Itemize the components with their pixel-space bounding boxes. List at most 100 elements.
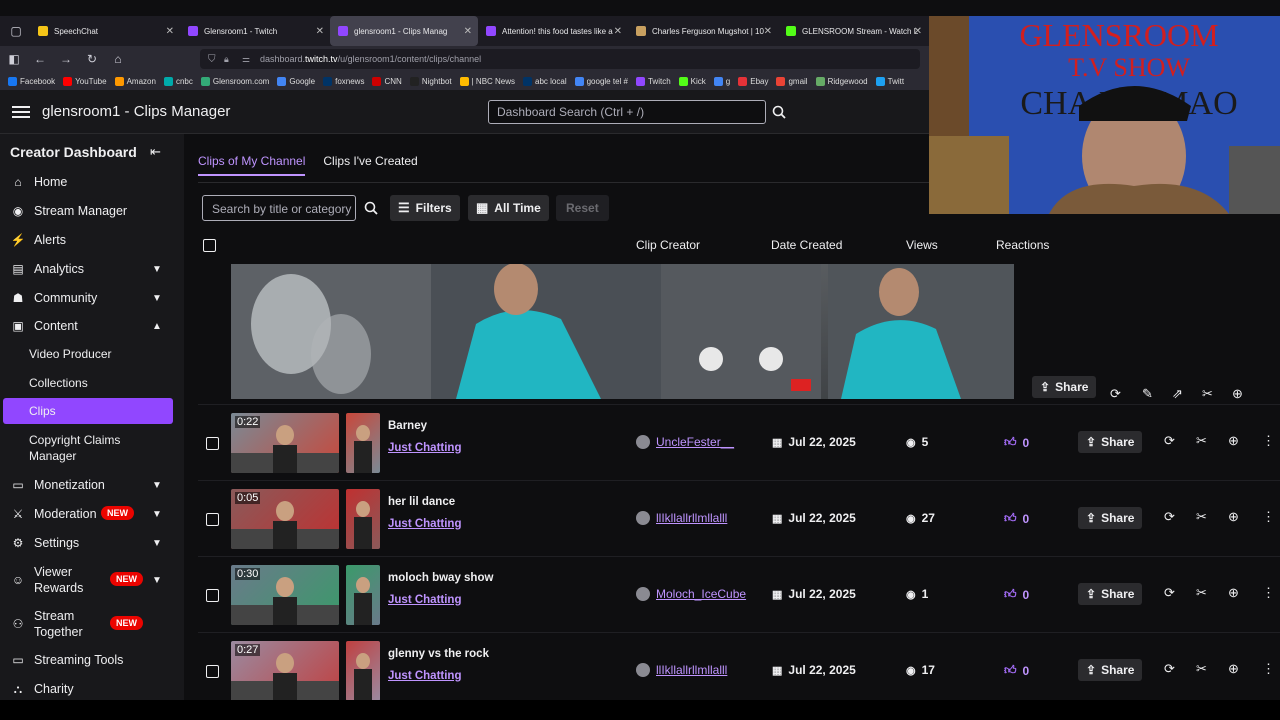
clip-creator-link[interactable]: llIkllallrllmllalll bbox=[636, 663, 727, 677]
forward-icon[interactable]: → bbox=[54, 47, 78, 71]
bookmark-item[interactable]: YouTube bbox=[63, 76, 107, 86]
clip-creator-link[interactable]: UncleFester__ bbox=[636, 435, 734, 449]
share-button[interactable]: ⇪ Share bbox=[1078, 507, 1143, 529]
scissors-icon[interactable]: ✂ bbox=[1196, 509, 1207, 525]
sidebar-item-community[interactable]: ☗ Community ▼ bbox=[0, 290, 184, 306]
sidebar-item-viewer-rewards[interactable]: ☺ Viewer Rewards NEW ▼ bbox=[0, 564, 184, 596]
bookmark-item[interactable]: Nightbot bbox=[409, 76, 452, 86]
replay-icon[interactable]: ⟳ bbox=[1164, 661, 1175, 677]
close-icon[interactable]: ✕ bbox=[316, 26, 324, 37]
column-header-views[interactable]: Views bbox=[906, 238, 938, 252]
close-icon[interactable]: ✕ bbox=[166, 26, 174, 37]
bookmark-item[interactable]: Glensroom.com bbox=[200, 76, 269, 86]
browser-tab[interactable]: Attention! this food tastes like a ✕ bbox=[478, 16, 628, 46]
browser-tab[interactable]: Charles Ferguson Mugshot | 10 ✕ bbox=[628, 16, 778, 46]
bookmark-item[interactable]: Ridgewood bbox=[815, 76, 868, 86]
table-row[interactable]: 0:27 glenny vs the rock Just Chatting llIkl… bbox=[198, 632, 1280, 700]
sidebar-item-charity[interactable]: ⛬ Charity bbox=[0, 681, 184, 697]
time-range-button[interactable]: ▦ All Time bbox=[468, 195, 549, 221]
column-header-date-created[interactable]: Date Created bbox=[771, 238, 842, 252]
edit-icon[interactable]: ✎ bbox=[1142, 386, 1153, 402]
clip-category-link[interactable]: Just Chatting bbox=[388, 518, 461, 530]
share-button[interactable]: ⇪ Share bbox=[1032, 376, 1097, 398]
select-all-checkbox[interactable] bbox=[203, 239, 216, 252]
close-icon[interactable]: ✕ bbox=[464, 26, 472, 37]
bookmark-item[interactable]: Kick bbox=[678, 76, 706, 86]
filters-button[interactable]: ☰ Filters bbox=[390, 195, 460, 221]
sidebar-subitem-collections[interactable]: Collections bbox=[29, 376, 88, 390]
scissors-icon[interactable]: ✂ bbox=[1196, 433, 1207, 449]
close-icon[interactable]: ✕ bbox=[914, 26, 922, 37]
tab-clips-of-my-channel[interactable]: Clips of My Channel bbox=[198, 154, 306, 176]
bookmark-item[interactable]: cnbc bbox=[163, 76, 193, 86]
more-options-icon[interactable]: ⋮ bbox=[1262, 509, 1275, 525]
dashboard-search-input[interactable]: Dashboard Search (Ctrl + /) bbox=[488, 100, 766, 124]
clip-title[interactable]: glenny vs the rock bbox=[388, 648, 489, 660]
clip-category-link[interactable]: Just Chatting bbox=[388, 442, 461, 454]
sidebar-toggle-icon[interactable]: ◧ bbox=[2, 47, 26, 71]
clip-thumbnail[interactable]: 0:30 bbox=[231, 565, 339, 625]
clip-title[interactable]: Barney bbox=[388, 420, 427, 432]
bookmark-item[interactable]: Twitch bbox=[635, 76, 671, 86]
tab-overview-icon[interactable]: ▢ bbox=[2, 19, 30, 43]
clip-reactions[interactable]: 👍︎ 0 bbox=[1004, 511, 1029, 526]
clip-reactions[interactable]: 👍︎ 0 bbox=[1004, 587, 1029, 602]
row-checkbox[interactable] bbox=[206, 437, 219, 450]
home-icon[interactable]: ⌂ bbox=[106, 47, 130, 71]
scissors-icon[interactable]: ✂ bbox=[1202, 386, 1213, 402]
table-row[interactable]: 0:05 her lil dance Just Chatting llIkllallr… bbox=[198, 480, 1280, 556]
browser-tab[interactable]: SpeechChat ✕ bbox=[30, 16, 180, 46]
bookmark-item[interactable]: Google bbox=[277, 76, 315, 86]
bookmark-item[interactable]: foxnews bbox=[323, 76, 364, 86]
sidebar-item-stream-manager[interactable]: ◉ Stream Manager bbox=[0, 203, 184, 219]
search-icon[interactable] bbox=[360, 195, 382, 221]
more-options-icon[interactable]: ⋮ bbox=[1262, 661, 1275, 677]
sidebar-item-monetization[interactable]: ▭ Monetization ▼ bbox=[0, 477, 184, 493]
scissors-icon[interactable]: ✂ bbox=[1196, 585, 1207, 601]
clip-category-link[interactable]: Just Chatting bbox=[388, 594, 461, 606]
sidebar-subitem-clips[interactable]: Clips bbox=[29, 404, 56, 418]
bookmark-item[interactable]: Ebay bbox=[738, 76, 768, 86]
add-circle-icon[interactable]: ⊕ bbox=[1232, 386, 1243, 402]
address-bar[interactable]: ⛉ 🔒︎ ⚌ dashboard. twitch.tv/u/glensroom1/… bbox=[200, 49, 920, 69]
table-row[interactable]: 0:22 Barney Just Chatting UncleFester__ ▦ Jul… bbox=[198, 404, 1280, 480]
clip-creator-link[interactable]: llIkllallrllmllalll bbox=[636, 511, 727, 525]
menu-icon[interactable] bbox=[12, 103, 30, 119]
clip-title[interactable]: her lil dance bbox=[388, 496, 455, 508]
close-icon[interactable]: ✕ bbox=[764, 26, 772, 37]
sidebar-item-home[interactable]: ⌂ Home bbox=[0, 174, 184, 190]
add-circle-icon[interactable]: ⊕ bbox=[1228, 585, 1239, 601]
add-circle-icon[interactable]: ⊕ bbox=[1228, 661, 1239, 677]
bookmark-item[interactable]: g bbox=[713, 76, 730, 86]
sidebar-item-streaming-tools[interactable]: ▭ Streaming Tools bbox=[0, 652, 184, 668]
browser-tab[interactable]: GLENSROOM Stream - Watch L ✕ bbox=[778, 16, 928, 46]
clip-search-input[interactable]: Search by title or category bbox=[202, 195, 356, 221]
sidebar-item-alerts[interactable]: ⚡ Alerts bbox=[0, 232, 184, 248]
sidebar-item-stream-together[interactable]: ⚇ Stream Together NEW bbox=[0, 608, 184, 640]
sidebar-subitem-video-producer[interactable]: Video Producer bbox=[29, 347, 112, 361]
sidebar-item-moderation[interactable]: ⚔ Moderation NEW ▼ bbox=[0, 506, 184, 522]
replay-icon[interactable]: ⟳ bbox=[1110, 386, 1121, 402]
row-checkbox[interactable] bbox=[206, 589, 219, 602]
bookmark-item[interactable]: CNN bbox=[372, 76, 402, 86]
close-icon[interactable]: ✕ bbox=[614, 26, 622, 37]
row-checkbox[interactable] bbox=[206, 665, 219, 678]
clip-preview-player[interactable] bbox=[231, 264, 1014, 399]
clip-thumbnail[interactable]: 0:05 bbox=[231, 489, 339, 549]
sidebar-item-settings[interactable]: ⚙ Settings ▼ bbox=[0, 535, 184, 551]
collapse-icon[interactable]: ⇤ bbox=[150, 144, 161, 160]
more-options-icon[interactable]: ⋮ bbox=[1262, 433, 1275, 449]
share-button[interactable]: ⇪ Share bbox=[1078, 583, 1143, 605]
clip-thumbnail[interactable]: 0:22 bbox=[231, 413, 339, 473]
reload-icon[interactable]: ↻ bbox=[80, 47, 104, 71]
sidebar-item-analytics[interactable]: ▤ Analytics ▼ bbox=[0, 261, 184, 277]
more-options-icon[interactable]: ⋮ bbox=[1262, 585, 1275, 601]
bookmark-item[interactable]: Amazon bbox=[114, 76, 156, 86]
scissors-icon[interactable]: ✂ bbox=[1196, 661, 1207, 677]
search-icon[interactable] bbox=[768, 100, 790, 124]
bookmark-item[interactable]: gmail bbox=[776, 76, 808, 86]
add-circle-icon[interactable]: ⊕ bbox=[1228, 433, 1239, 449]
clip-thumbnail[interactable]: 0:27 bbox=[231, 641, 339, 700]
clip-category-link[interactable]: Just Chatting bbox=[388, 670, 461, 682]
clip-reactions[interactable]: 👍︎ 0 bbox=[1004, 435, 1029, 450]
